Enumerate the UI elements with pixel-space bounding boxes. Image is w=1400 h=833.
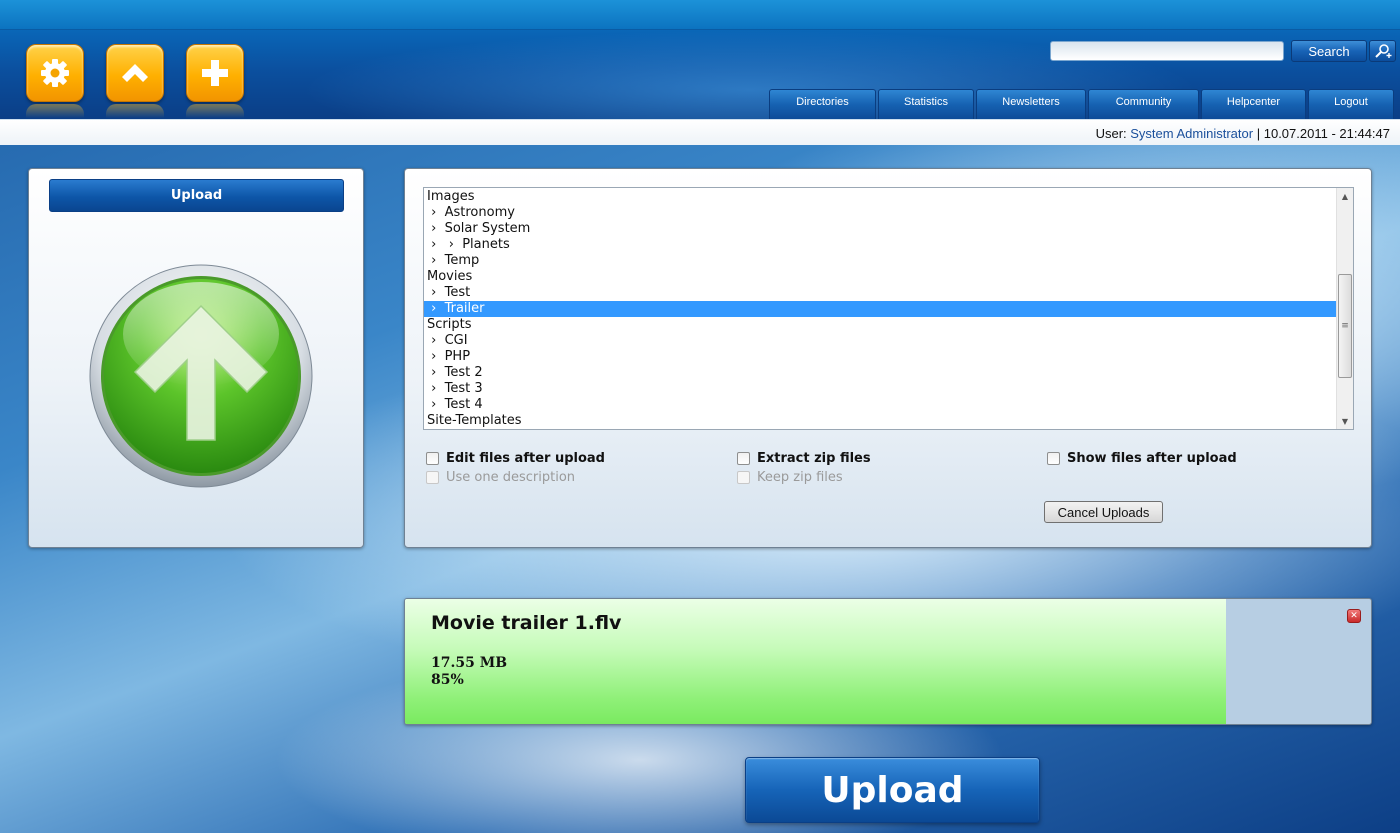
show-files-checkbox[interactable] (1047, 452, 1060, 465)
home-icon (122, 64, 148, 82)
directory-item[interactable]: › Temp (424, 253, 1337, 269)
search-input[interactable] (1050, 41, 1284, 61)
add-button[interactable] (186, 44, 244, 102)
extract-zip-label: Extract zip files (757, 451, 871, 466)
header: Search Directories Statistics Newsletter… (0, 0, 1400, 119)
scroll-thumb[interactable]: ≡ (1338, 274, 1352, 378)
one-description-checkbox (426, 471, 439, 484)
user-info: User: System Administrator | 10.07.2011 … (1096, 126, 1390, 141)
keep-zip-checkbox (737, 471, 750, 484)
advanced-search-button[interactable] (1369, 40, 1396, 62)
directory-item[interactable]: › Test 3 (424, 381, 1337, 397)
directory-item[interactable]: › › Planets (424, 237, 1337, 253)
one-description-label: Use one description (446, 470, 576, 485)
close-icon[interactable]: ✕ (1347, 609, 1361, 623)
user-prefix: User: (1095, 126, 1127, 141)
scroll-down-arrow-icon[interactable]: ▼ (1337, 413, 1353, 429)
search-button[interactable]: Search (1291, 40, 1367, 62)
file-percent: 85% (431, 672, 464, 688)
directory-item[interactable]: › Test (424, 285, 1337, 301)
user-name-link[interactable]: System Administrator (1130, 126, 1253, 141)
tab-logout[interactable]: Logout (1308, 89, 1394, 119)
cancel-uploads-button[interactable]: Cancel Uploads (1044, 501, 1163, 523)
directory-item[interactable]: › Solar System (424, 221, 1337, 237)
gear-icon (41, 59, 69, 87)
tab-statistics[interactable]: Statistics (878, 89, 974, 119)
directory-item[interactable]: › PHP (424, 349, 1337, 365)
one-description-option: Use one description (426, 470, 575, 485)
advanced-search-icon (1374, 44, 1391, 58)
file-name: Movie trailer 1.flv (431, 612, 622, 634)
edit-files-option[interactable]: Edit files after upload (426, 451, 605, 466)
directory-list[interactable]: Images › Astronomy › Solar System › › Pl… (423, 187, 1354, 430)
main-nav: Directories Statistics Newsletters Commu… (769, 89, 1394, 119)
directory-item[interactable]: Images (424, 189, 1337, 205)
keep-zip-label: Keep zip files (757, 470, 843, 485)
separator: | (1256, 126, 1261, 141)
extract-zip-option[interactable]: Extract zip files (737, 451, 871, 466)
tab-community[interactable]: Community (1088, 89, 1199, 119)
status-bar: User: System Administrator | 10.07.2011 … (0, 119, 1400, 145)
directory-item[interactable]: Scripts (424, 317, 1337, 333)
edit-files-label: Edit files after upload (446, 451, 605, 466)
directory-panel: Images › Astronomy › Solar System › › Pl… (404, 168, 1372, 548)
directory-item[interactable]: › Test 4 (424, 397, 1337, 413)
file-size: 17.55 MB (431, 655, 508, 671)
directory-scrollbar[interactable]: ▲ ≡ ▼ (1336, 188, 1353, 429)
settings-button[interactable] (26, 44, 84, 102)
show-files-option[interactable]: Show files after upload (1047, 451, 1237, 466)
tab-helpcenter[interactable]: Helpcenter (1201, 89, 1306, 119)
directory-item[interactable]: › CGI (424, 333, 1337, 349)
upload-panel-title: Upload (49, 179, 344, 212)
header-top-strip (0, 0, 1400, 30)
directory-item[interactable]: Movies (424, 269, 1337, 285)
keep-zip-option: Keep zip files (737, 470, 843, 485)
edit-files-checkbox[interactable] (426, 452, 439, 465)
extract-zip-checkbox[interactable] (737, 452, 750, 465)
home-button[interactable] (106, 44, 164, 102)
tab-directories[interactable]: Directories (769, 89, 876, 119)
directory-item[interactable]: Site-Templates (424, 413, 1337, 429)
directory-item[interactable]: › Astronomy (424, 205, 1337, 221)
upload-button[interactable]: Upload (745, 757, 1040, 823)
show-files-label: Show files after upload (1067, 451, 1237, 466)
upload-progress-item: Movie trailer 1.flv 17.55 MB 85% ✕ (404, 598, 1372, 725)
scroll-up-arrow-icon[interactable]: ▲ (1337, 188, 1353, 204)
directory-item[interactable]: › Test 2 (424, 365, 1337, 381)
directory-items: Images › Astronomy › Solar System › › Pl… (424, 188, 1337, 429)
upload-panel: Upload (28, 168, 364, 548)
directory-item[interactable]: › Trailer (424, 301, 1337, 317)
datetime: 10.07.2011 - 21:44:47 (1263, 126, 1390, 141)
plus-icon (202, 60, 228, 86)
tab-newsletters[interactable]: Newsletters (976, 89, 1086, 119)
upload-arrow-icon[interactable] (89, 264, 313, 488)
